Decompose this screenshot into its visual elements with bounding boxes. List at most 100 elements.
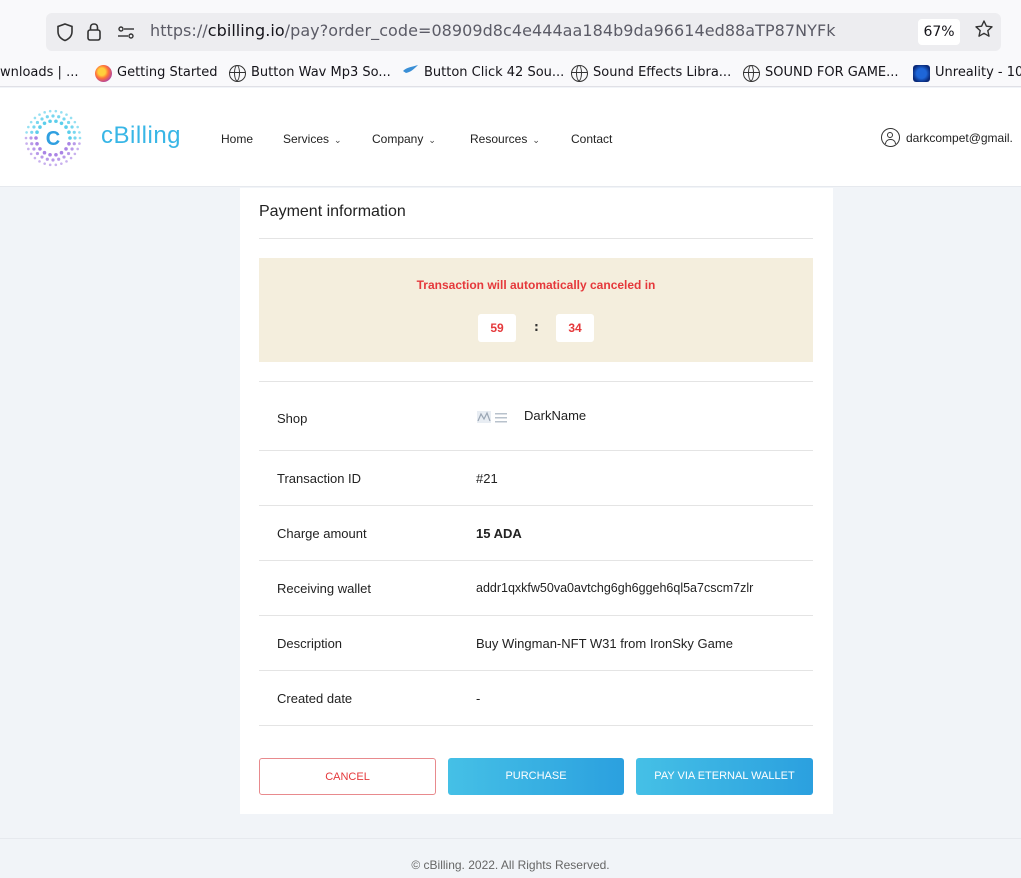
logo-dot bbox=[65, 160, 68, 163]
detail-label: Receiving wallet bbox=[277, 581, 371, 596]
logo-dot bbox=[59, 150, 64, 155]
bookmarks-bar: wnloads | ... Getting Started Button Wav… bbox=[0, 57, 1021, 87]
logo-dot bbox=[66, 120, 71, 125]
bird-icon bbox=[402, 63, 419, 83]
logo-dot bbox=[62, 117, 66, 121]
logo-dot bbox=[72, 130, 76, 134]
nav-contact[interactable]: Contact bbox=[571, 132, 612, 146]
nav-services[interactable]: Services ⌄ bbox=[283, 132, 342, 146]
logo-dot bbox=[57, 115, 61, 119]
logo-dot bbox=[48, 152, 52, 157]
countdown-minutes: 59 bbox=[478, 314, 516, 342]
logo-dot bbox=[38, 147, 42, 151]
bookmark-button-wav[interactable]: Button Wav Mp3 So... bbox=[229, 63, 391, 83]
bookmark-label: wnloads | ... bbox=[0, 65, 79, 80]
logo-dot bbox=[35, 151, 40, 156]
lock-icon[interactable] bbox=[86, 22, 102, 47]
nav-label: Company bbox=[372, 132, 424, 146]
logo-dot bbox=[64, 147, 68, 151]
logo-dot bbox=[60, 162, 63, 165]
logo-dot bbox=[65, 113, 68, 116]
logo-dot bbox=[43, 111, 46, 114]
logo-dot bbox=[62, 155, 66, 159]
site-header: C cBilling Home Services ⌄ Company ⌄ Resou… bbox=[0, 88, 1021, 187]
payment-card: Payment information Transaction will aut… bbox=[240, 188, 833, 814]
nav-company[interactable]: Company ⌄ bbox=[372, 132, 436, 146]
cbilling-logo-icon[interactable]: C bbox=[22, 107, 84, 169]
url-text[interactable]: https://cbilling.io/pay?order_code=08909… bbox=[150, 21, 836, 40]
address-bar[interactable]: https://cbilling.io/pay?order_code=08909… bbox=[46, 13, 1001, 51]
nav-label: Home bbox=[221, 132, 254, 146]
logo-dot bbox=[51, 114, 55, 118]
logo-dot bbox=[35, 142, 39, 146]
payment-details-table: Shop DarkName Transaction ID #21 Charge … bbox=[259, 381, 813, 726]
shop-name: DarkName bbox=[524, 408, 587, 423]
logo-dot bbox=[67, 130, 71, 134]
logo-dot bbox=[48, 163, 52, 167]
nav-resources[interactable]: Resources ⌄ bbox=[470, 132, 540, 146]
blue-square-icon bbox=[913, 64, 930, 82]
logo-dot bbox=[40, 155, 44, 159]
logo-dot bbox=[48, 109, 52, 113]
logo-dot bbox=[42, 121, 47, 126]
bookmark-label: Button Wav Mp3 So... bbox=[251, 65, 391, 80]
logo-text[interactable]: cBilling bbox=[101, 122, 181, 150]
detail-label: Created date bbox=[277, 691, 353, 706]
shop-logo-icon bbox=[476, 409, 510, 425]
logo-dot bbox=[51, 158, 55, 162]
logo-dot bbox=[34, 136, 38, 140]
logo-dot bbox=[66, 151, 71, 156]
logo-dot bbox=[69, 156, 73, 160]
logo-dot bbox=[35, 120, 40, 125]
logo-dot bbox=[38, 113, 41, 116]
footer-divider bbox=[0, 838, 1021, 839]
logo-letter: C bbox=[46, 128, 60, 150]
divider bbox=[259, 238, 813, 239]
logo-dot bbox=[57, 157, 61, 161]
logo-dot bbox=[78, 142, 81, 145]
detail-row-description: Description Buy Wingman-NFT W31 from Iro… bbox=[259, 615, 813, 670]
logo-dot bbox=[29, 120, 33, 124]
logo-dot bbox=[76, 147, 79, 151]
firefox-icon bbox=[95, 64, 112, 82]
logo-dot bbox=[27, 125, 30, 129]
shield-icon[interactable] bbox=[56, 22, 74, 47]
nav-home[interactable]: Home bbox=[221, 132, 253, 146]
user-icon bbox=[881, 128, 900, 147]
bookmark-unreality[interactable]: Unreality - 10 bbox=[913, 63, 1021, 83]
detail-label: Shop bbox=[277, 411, 308, 426]
detail-label: Transaction ID bbox=[277, 471, 362, 486]
pay-via-eternal-wallet-button[interactable]: PAY VIA ETERNAL WALLET bbox=[636, 758, 813, 795]
zoom-level-button[interactable]: 67% bbox=[918, 19, 960, 45]
user-account-menu[interactable]: darkcompet@gmail. bbox=[881, 128, 1013, 147]
logo-dot bbox=[25, 142, 28, 145]
globe-icon bbox=[743, 64, 760, 82]
bookmark-star-icon[interactable] bbox=[974, 19, 994, 44]
logo-dot bbox=[42, 150, 47, 155]
countdown-seconds: 34 bbox=[556, 314, 594, 342]
logo-dot bbox=[29, 152, 33, 156]
bookmark-downloads[interactable]: wnloads | ... bbox=[0, 63, 78, 83]
logo-dot bbox=[30, 130, 34, 134]
logo-dot bbox=[43, 162, 46, 165]
permissions-icon[interactable] bbox=[116, 22, 136, 47]
logo-dot bbox=[33, 116, 37, 120]
bookmark-sound-effects[interactable]: Sound Effects Libra... bbox=[571, 63, 731, 83]
bookmark-sound-for-game[interactable]: SOUND FOR GAME... bbox=[743, 63, 899, 83]
logo-dot bbox=[70, 125, 74, 129]
logo-dot bbox=[45, 157, 49, 161]
logo-dot bbox=[30, 142, 34, 146]
detail-row-shop: Shop DarkName bbox=[259, 381, 813, 450]
url-scheme: https:// bbox=[150, 21, 208, 40]
cancel-button[interactable]: CANCEL bbox=[259, 758, 436, 795]
detail-value[interactable]: addr1qxkfw50va0avtchg6gh6ggeh6ql5a7cscm7… bbox=[476, 581, 813, 595]
logo-dot bbox=[27, 147, 30, 151]
user-email: darkcompet@gmail. bbox=[906, 130, 1013, 145]
logo-dot bbox=[64, 125, 68, 129]
detail-row-receiving-wallet: Receiving wallet addr1qxkfw50va0avtchg6g… bbox=[259, 560, 813, 615]
purchase-button[interactable]: PURCHASE bbox=[448, 758, 624, 795]
bookmark-getting-started[interactable]: Getting Started bbox=[95, 63, 218, 83]
bookmark-button-click[interactable]: Button Click 42 Sou... bbox=[402, 63, 564, 83]
logo-dot bbox=[25, 131, 28, 134]
chevron-down-icon: ⌄ bbox=[532, 135, 540, 145]
